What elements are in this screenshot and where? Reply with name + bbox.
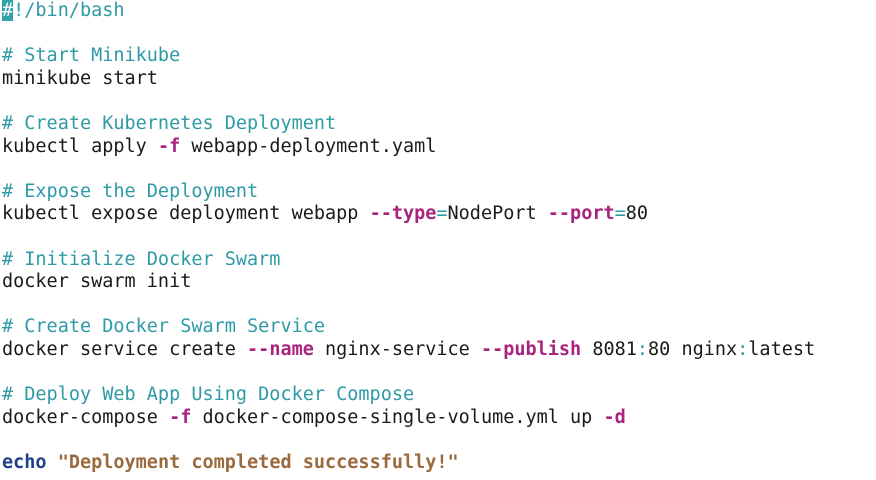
command-text: nginx-service <box>313 338 481 360</box>
command-text <box>47 452 58 473</box>
command-flag: --name <box>247 338 314 360</box>
command-flag: --port <box>547 203 615 225</box>
blank-line[interactable] <box>2 158 815 181</box>
operator-token: = <box>614 203 626 225</box>
command-text: kubectl apply <box>2 135 158 157</box>
operator-token: = <box>436 203 448 225</box>
code-line[interactable]: # Expose the Deployment <box>2 181 815 204</box>
operator-token: : <box>737 338 749 360</box>
code-line[interactable]: minikube start <box>2 68 815 91</box>
code-line[interactable]: kubectl apply -f webapp-deployment.yaml <box>2 136 815 159</box>
blank-line[interactable] <box>2 23 815 46</box>
command-text: docker service create <box>2 338 248 360</box>
code-line[interactable]: # Create Kubernetes Deployment <box>2 113 815 136</box>
code-comment: # Expose the Deployment <box>2 180 259 202</box>
script-editor[interactable]: #!/bin/bash # Start Minikube minikube star… <box>2 0 815 474</box>
command-flag: -d <box>603 406 626 428</box>
command-text: webapp-deployment.yaml <box>180 135 437 157</box>
blank-line[interactable] <box>2 429 815 452</box>
command-text: 80 <box>625 203 649 225</box>
blank-line[interactable] <box>2 294 815 317</box>
command-text: latest <box>748 338 816 360</box>
blank-line[interactable] <box>2 90 815 113</box>
code-line[interactable]: docker-compose -f docker-compose-single-… <box>2 407 815 430</box>
blank-line[interactable] <box>2 362 815 385</box>
code-line[interactable]: echo "Deployment completed successfully!… <box>2 452 815 475</box>
code-line[interactable]: kubectl expose deployment webapp --type=… <box>2 203 815 226</box>
command-text: minikube start <box>2 67 158 89</box>
shell-keyword: echo <box>2 451 47 473</box>
command-text: docker swarm init <box>2 271 192 293</box>
code-line[interactable]: docker service create --name nginx-servi… <box>2 339 815 362</box>
code-line[interactable]: # Start Minikube <box>2 45 815 68</box>
shebang-text: !/bin/bash <box>13 0 125 21</box>
command-text: NodePort <box>447 203 548 225</box>
code-comment: # Start Minikube <box>2 45 181 67</box>
blank-line[interactable] <box>2 226 815 249</box>
code-line[interactable]: docker swarm init <box>2 271 815 294</box>
string-literal: "Deployment completed successfully!" <box>57 451 459 473</box>
command-text: docker-compose-single-volume.yml up <box>191 406 604 428</box>
code-comment: # Create Docker Swarm Service <box>2 316 326 338</box>
code-line[interactable]: # Deploy Web App Using Docker Compose <box>2 384 815 407</box>
command-text: 80 nginx <box>648 338 738 360</box>
code-comment: # Initialize Docker Swarm <box>2 248 281 270</box>
command-flag: -f <box>157 135 181 157</box>
command-flag: --type <box>369 203 437 225</box>
command-text: kubectl expose deployment webapp <box>2 203 370 225</box>
command-flag: --publish <box>480 338 582 360</box>
code-line[interactable]: #!/bin/bash <box>2 0 815 23</box>
code-comment: # Deploy Web App Using Docker Compose <box>2 384 415 406</box>
command-text: 8081 <box>581 338 637 360</box>
operator-token: : <box>636 338 649 360</box>
text-cursor: # <box>2 0 14 21</box>
code-comment: # Create Kubernetes Deployment <box>2 112 337 134</box>
code-line[interactable]: # Initialize Docker Swarm <box>2 249 815 272</box>
command-flag: -f <box>169 406 192 428</box>
command-text: docker-compose <box>2 406 170 428</box>
code-line[interactable]: # Create Docker Swarm Service <box>2 316 815 339</box>
